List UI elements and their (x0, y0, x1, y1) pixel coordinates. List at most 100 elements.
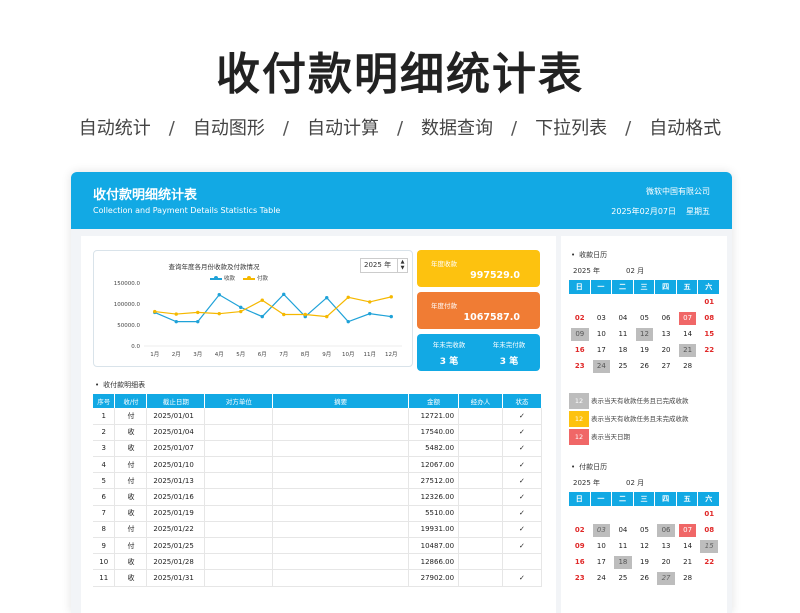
calendar-day[interactable]: 27 (657, 360, 675, 373)
table-cell[interactable] (272, 488, 410, 506)
table-cell[interactable]: 1 (93, 408, 116, 425)
calendar-day[interactable]: 12 (635, 327, 654, 342)
table-cell[interactable] (204, 521, 274, 539)
table-cell[interactable] (272, 521, 410, 539)
calendar-day[interactable]: 19 (636, 344, 654, 357)
calendar-day[interactable]: 06 (657, 312, 675, 325)
status-check[interactable]: ✓ (502, 472, 543, 490)
table-cell[interactable] (272, 408, 410, 425)
calendar-day[interactable]: 14 (679, 328, 697, 341)
calendar-day[interactable]: 23 (571, 360, 589, 373)
calendar-day[interactable]: 02 (571, 524, 589, 537)
column-header[interactable]: 经办人 (458, 394, 503, 408)
table-cell[interactable]: 7 (93, 505, 116, 522)
table-cell[interactable]: 2025/01/28 (146, 553, 206, 571)
status-check[interactable]: ✓ (502, 424, 543, 441)
table-cell[interactable]: 付 (114, 472, 148, 490)
table-cell[interactable]: 付 (114, 537, 148, 555)
table-cell[interactable]: 2025/01/07 (146, 440, 206, 458)
table-cell[interactable]: 付 (114, 408, 148, 425)
table-row[interactable]: 10 收 2025/01/28 12866.00 (93, 553, 543, 571)
table-cell[interactable] (204, 440, 274, 458)
table-cell[interactable]: 19931.00 (408, 521, 460, 539)
table-cell[interactable]: 12866.00 (408, 553, 460, 571)
table-cell[interactable]: 2025/01/25 (146, 537, 206, 555)
column-header[interactable]: 序号 (93, 394, 116, 408)
calendar-day[interactable]: 07 (678, 311, 697, 325)
table-cell[interactable]: 12721.00 (408, 408, 460, 425)
table-cell[interactable]: 2025/01/01 (146, 408, 206, 425)
calendar-day[interactable]: 09 (571, 540, 589, 553)
table-cell[interactable]: 2025/01/13 (146, 472, 206, 490)
calendar-day[interactable]: 03 (593, 312, 611, 325)
calendar-day[interactable]: 08 (700, 524, 718, 537)
calendar-day[interactable]: 07 (678, 523, 697, 537)
table-cell[interactable] (458, 408, 503, 425)
table-cell[interactable] (204, 553, 274, 571)
status-check[interactable]: ✓ (502, 537, 543, 555)
table-cell[interactable] (204, 424, 274, 441)
table-row[interactable]: 3 收 2025/01/07 5482.00 ✓ (93, 440, 543, 458)
table-cell[interactable]: 付 (114, 456, 148, 474)
calendar-day[interactable]: 27 (657, 572, 675, 586)
table-cell[interactable]: 10 (93, 553, 116, 571)
table-row[interactable]: 11 收 2025/01/31 27902.00 ✓ (93, 569, 543, 587)
table-cell[interactable] (458, 472, 503, 490)
calendar-day[interactable]: 24 (593, 572, 611, 585)
table-cell[interactable]: 2025/01/16 (146, 488, 206, 506)
calendar-day[interactable]: 21 (678, 344, 697, 358)
calendar-day[interactable]: 13 (657, 328, 675, 341)
table-cell[interactable]: 6 (93, 488, 116, 506)
table-cell[interactable] (272, 553, 410, 571)
calendar-day[interactable]: 13 (657, 540, 675, 553)
table-cell[interactable]: 3 (93, 440, 116, 458)
table-cell[interactable]: 收 (114, 505, 148, 522)
table-row[interactable]: 2 收 2025/01/04 17540.00 ✓ (93, 424, 543, 441)
table-cell[interactable] (458, 440, 503, 458)
calendar-day[interactable]: 16 (571, 344, 589, 357)
calendar-day[interactable]: 28 (679, 572, 697, 585)
table-cell[interactable]: 2025/01/10 (146, 456, 206, 474)
column-header[interactable]: 对方单位 (204, 394, 274, 408)
table-cell[interactable]: 2 (93, 424, 116, 441)
table-cell[interactable] (458, 521, 503, 539)
table-cell[interactable] (272, 440, 410, 458)
column-header[interactable]: 截止日期 (146, 394, 206, 408)
table-cell[interactable]: 收 (114, 569, 148, 587)
calendar-day[interactable]: 11 (614, 540, 632, 553)
calendar-day[interactable]: 01 (700, 508, 718, 521)
calendar-day[interactable]: 20 (657, 344, 675, 357)
calendar-day[interactable]: 10 (593, 328, 611, 341)
table-row[interactable]: 4 付 2025/01/10 12067.00 ✓ (93, 456, 543, 474)
calendar-day[interactable]: 08 (700, 312, 718, 325)
calendar-day[interactable]: 05 (636, 312, 654, 325)
table-cell[interactable]: 5510.00 (408, 505, 460, 522)
table-cell[interactable] (204, 456, 274, 474)
status-check[interactable] (502, 553, 543, 571)
calendar-day[interactable]: 24 (592, 360, 611, 374)
table-cell[interactable] (204, 408, 274, 425)
calendar-day[interactable]: 09 (571, 327, 589, 342)
table-cell[interactable]: 9 (93, 537, 116, 555)
calendar-day[interactable]: 25 (614, 572, 632, 585)
calendar-day[interactable]: 01 (700, 296, 718, 309)
calendar-day[interactable]: 22 (700, 556, 718, 569)
calendar-day[interactable]: 10 (593, 540, 611, 553)
table-cell[interactable] (272, 424, 410, 441)
table-cell[interactable]: 2025/01/31 (146, 569, 206, 587)
table-cell[interactable] (272, 537, 410, 555)
table-cell[interactable]: 收 (114, 440, 148, 458)
calendar-day[interactable]: 05 (636, 524, 654, 537)
column-header[interactable]: 状态 (502, 394, 543, 408)
table-cell[interactable]: 11 (93, 569, 116, 587)
column-header[interactable]: 金额 (408, 394, 460, 408)
table-cell[interactable] (458, 424, 503, 441)
table-cell[interactable] (204, 537, 274, 555)
table-cell[interactable]: 付 (114, 521, 148, 539)
calendar-day[interactable]: 17 (593, 556, 611, 569)
table-cell[interactable] (458, 569, 503, 587)
calendar-day[interactable]: 16 (571, 556, 589, 569)
calendar-day[interactable]: 26 (636, 572, 654, 585)
table-row[interactable]: 1 付 2025/01/01 12721.00 ✓ (93, 408, 543, 425)
table-cell[interactable]: 收 (114, 488, 148, 506)
